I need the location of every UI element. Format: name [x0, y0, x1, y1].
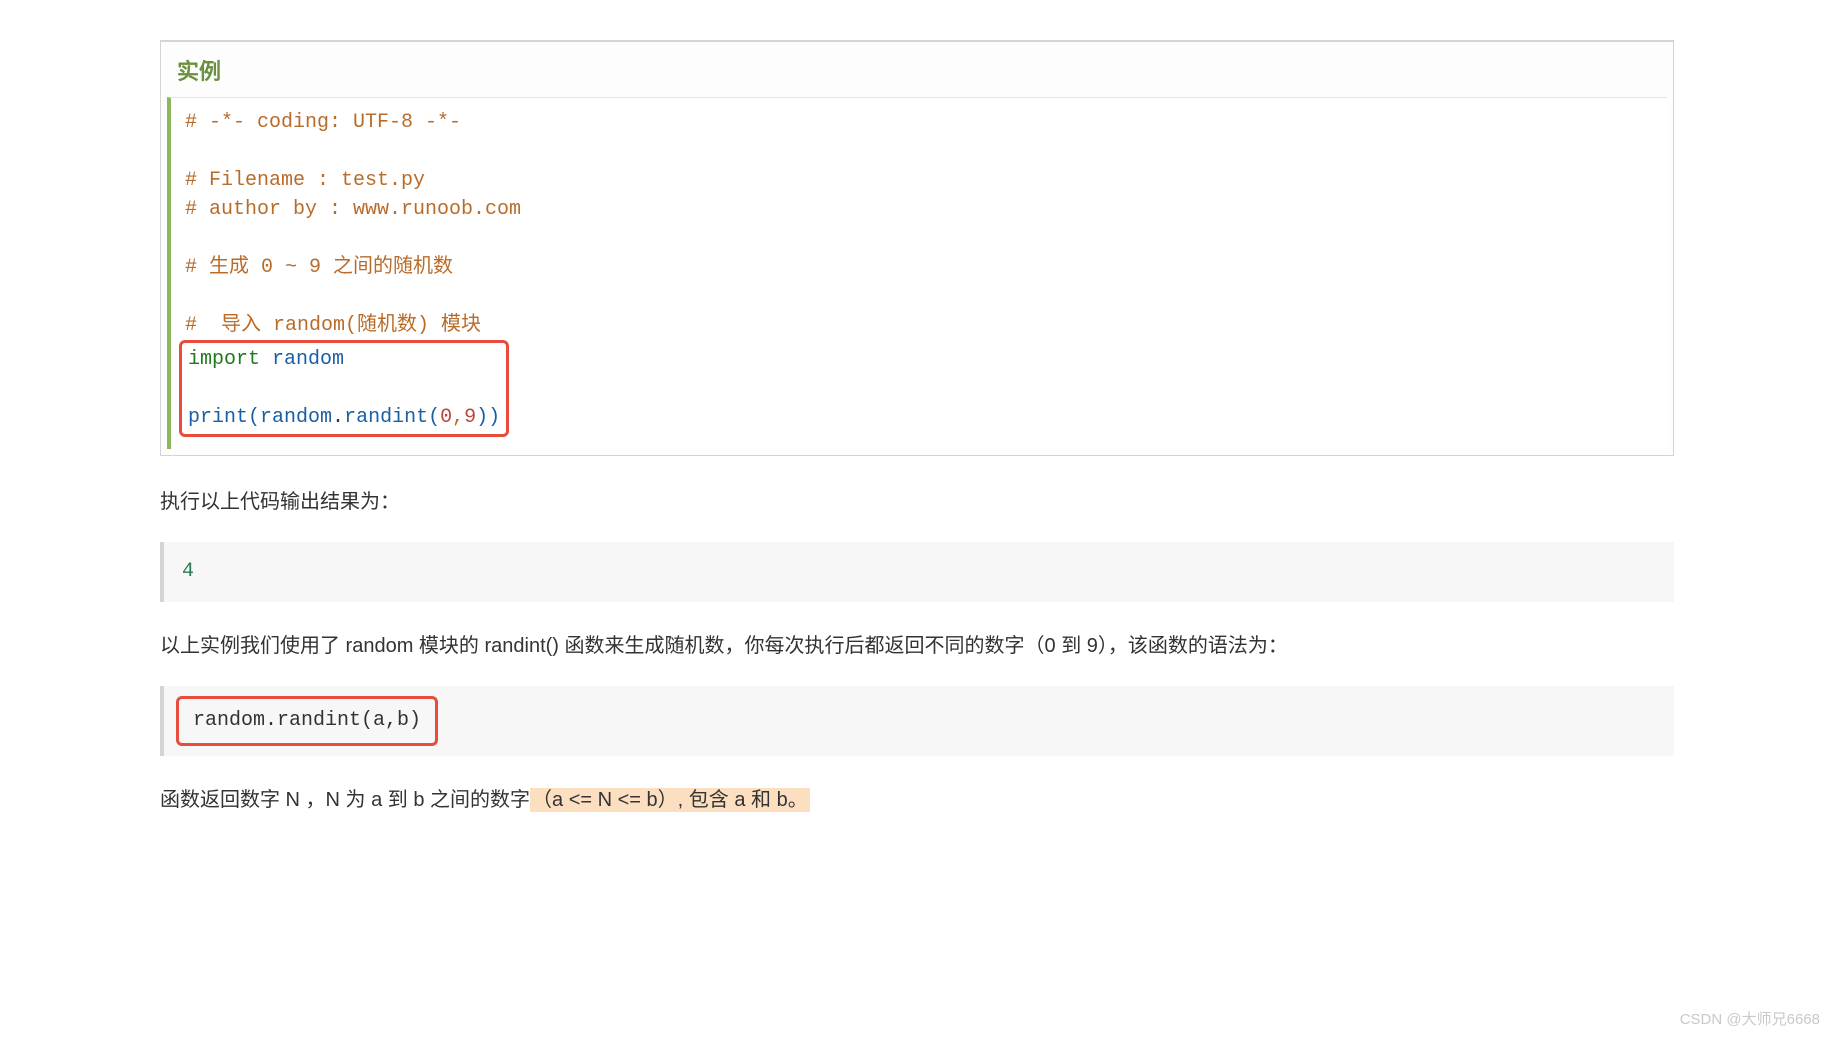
return-desc-text: 函数返回数字 N ，N 为 a 到 b 之间的数字（a <= N <= b）, …	[160, 784, 1674, 816]
output-block: 4	[160, 542, 1674, 602]
return-desc-pre: 函数返回数字 N ，N 为 a 到 b 之间的数字	[160, 789, 530, 811]
explanation-text: 以上实例我们使用了 random 模块的 randint() 函数来生成随机数，…	[160, 630, 1674, 662]
syntax-block: random.randint(a,b)	[160, 686, 1674, 756]
dot: .	[332, 406, 344, 429]
result-intro-text: 执行以上代码输出结果为：	[160, 486, 1674, 518]
arg-nine: 9	[464, 406, 476, 429]
print-func: print	[188, 406, 248, 429]
code-block: # -*- coding: UTF-8 -*- # Filename : tes…	[167, 97, 1667, 449]
document-page: 实例 # -*- coding: UTF-8 -*- # Filename : …	[0, 0, 1834, 900]
syntax-code: random.randint(a,b)	[193, 709, 421, 732]
highlight-box-import: import random print(random.randint(0,9))	[179, 340, 509, 437]
watermark: CSDN @大师兄6668	[1680, 1008, 1820, 1032]
return-desc-highlight: （a <= N <= b）, 包含 a 和 b。	[530, 788, 810, 812]
import-keyword: import	[188, 348, 260, 371]
arg-zero: 0	[440, 406, 452, 429]
code-comment: # Filename : test.py	[185, 169, 425, 192]
paren: (	[428, 406, 440, 429]
comma: ,	[452, 406, 464, 429]
import-module: random	[272, 348, 344, 371]
rand-func: randint	[344, 406, 428, 429]
code-comment: # 导入 random(随机数) 模块	[185, 314, 481, 337]
rand-module: random	[260, 406, 332, 429]
code-comment: # -*- coding: UTF-8 -*-	[185, 111, 461, 134]
example-container: 实例 # -*- coding: UTF-8 -*- # Filename : …	[160, 40, 1674, 456]
paren: )	[488, 406, 500, 429]
output-value: 4	[182, 560, 194, 583]
paren: (	[248, 406, 260, 429]
code-comment: # 生成 0 ~ 9 之间的随机数	[185, 256, 453, 279]
paren: )	[476, 406, 488, 429]
example-title: 实例	[161, 42, 1673, 97]
highlight-box-syntax: random.randint(a,b)	[176, 696, 438, 746]
code-comment: # author by : www.runoob.com	[185, 198, 521, 221]
